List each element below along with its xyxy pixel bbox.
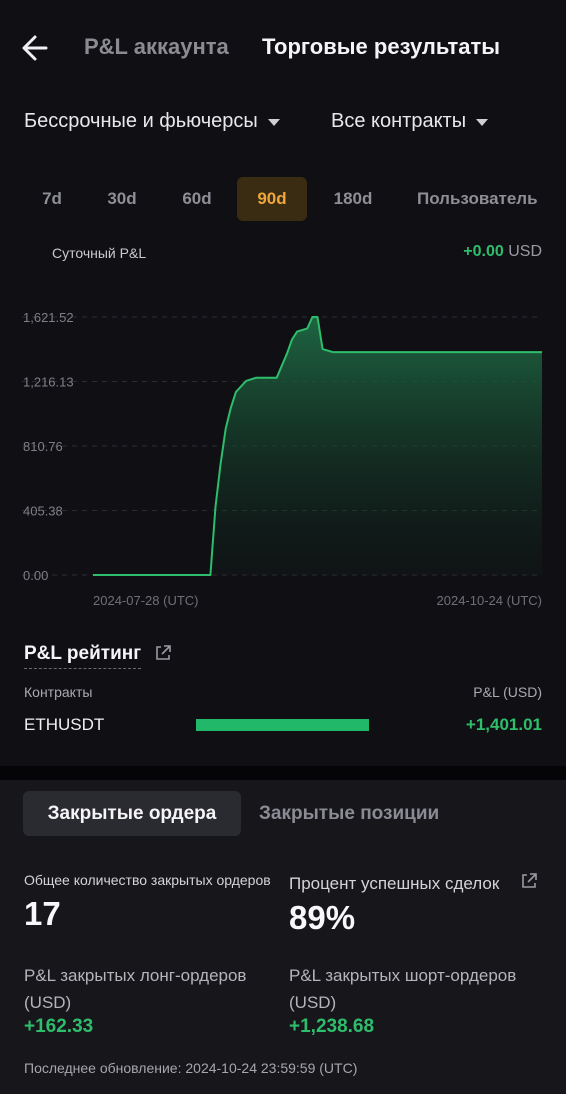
ranking-row-value: +1,401.01 bbox=[465, 715, 542, 734]
daily-pnl-value: +0.00 USD bbox=[463, 243, 542, 261]
total-orders-label: Общее количество закрытых ордеров bbox=[24, 872, 271, 888]
long-pnl-label: P&L закрытых лонг-ордеров (USD) bbox=[24, 962, 284, 1016]
daily-pnl-unit: USD bbox=[508, 243, 542, 260]
y-tick-label: 0.00 bbox=[23, 568, 48, 583]
pnl-chart[interactable]: 1,621.52 1,216.13 810.76 405.38 0.00 2024-07-… bbox=[0, 300, 566, 620]
period-7d[interactable]: 7d bbox=[30, 177, 74, 221]
short-pnl-label-line1: P&L закрытых шорт-ордеров bbox=[289, 966, 517, 985]
period-90d[interactable]: 90d bbox=[237, 177, 307, 221]
tab-closed-orders[interactable]: Закрытые ордера bbox=[23, 791, 241, 836]
external-link-icon[interactable] bbox=[154, 644, 172, 662]
daily-pnl-label: Суточный P&L bbox=[52, 245, 147, 261]
contracts-filter-label: Все контракты bbox=[331, 110, 467, 132]
short-pnl-label-line2: (USD) bbox=[289, 993, 337, 1012]
period-180d[interactable]: 180d bbox=[322, 177, 384, 221]
column-pnl: P&L (USD) bbox=[473, 684, 542, 700]
short-pnl-value: +1,238.68 bbox=[289, 1016, 375, 1037]
ranking-row-bar bbox=[196, 719, 369, 731]
tab-closed-positions[interactable]: Закрытые позиции bbox=[259, 791, 439, 836]
caret-down-icon bbox=[476, 119, 489, 126]
daily-pnl-number: +0.00 bbox=[463, 243, 504, 260]
pnl-ranking-title[interactable]: P&L рейтинг bbox=[24, 643, 142, 669]
period-60d[interactable]: 60d bbox=[170, 177, 224, 221]
y-tick-label: 1,216.13 bbox=[23, 375, 74, 390]
winrate-value: 89% bbox=[289, 899, 356, 936]
y-tick-label: 405.38 bbox=[23, 504, 63, 519]
column-contracts: Контракты bbox=[24, 684, 93, 700]
long-pnl-label-line1: P&L закрытых лонг-ордеров bbox=[24, 966, 247, 985]
caret-down-icon bbox=[267, 119, 280, 126]
total-orders-value: 17 bbox=[24, 895, 61, 932]
external-link-icon[interactable] bbox=[520, 872, 538, 890]
short-pnl-label: P&L закрытых шорт-ордеров (USD) bbox=[289, 962, 549, 1016]
product-filter-dropdown[interactable]: Бессрочные и фьючерсы bbox=[24, 110, 280, 133]
ranking-row-symbol: ETHUSDT bbox=[24, 715, 105, 734]
back-arrow-icon[interactable] bbox=[20, 30, 52, 66]
long-pnl-value: +162.33 bbox=[24, 1016, 94, 1037]
y-tick-label: 810.76 bbox=[23, 439, 63, 454]
period-30d[interactable]: 30d bbox=[96, 177, 148, 221]
tab-account-pnl[interactable]: P&L аккаунта bbox=[84, 34, 229, 60]
y-tick-label: 1,621.52 bbox=[23, 310, 74, 325]
pnl-area-fill bbox=[93, 317, 542, 575]
contracts-filter-dropdown[interactable]: Все контракты bbox=[331, 110, 489, 133]
last-updated-text: Последнее обновление: 2024-10-24 23:59:5… bbox=[24, 1060, 358, 1076]
section-divider bbox=[0, 766, 566, 780]
winrate-label: Процент успешных сделок bbox=[289, 874, 500, 893]
tab-trading-results[interactable]: Торговые результаты bbox=[262, 34, 500, 60]
x-tick-label-end: 2024-10-24 (UTC) bbox=[437, 593, 543, 608]
product-filter-label: Бессрочные и фьючерсы bbox=[24, 110, 258, 132]
x-tick-label-start: 2024-07-28 (UTC) bbox=[93, 593, 199, 608]
long-pnl-label-line2: (USD) bbox=[24, 993, 72, 1012]
period-custom[interactable]: Пользователь bbox=[412, 177, 542, 221]
